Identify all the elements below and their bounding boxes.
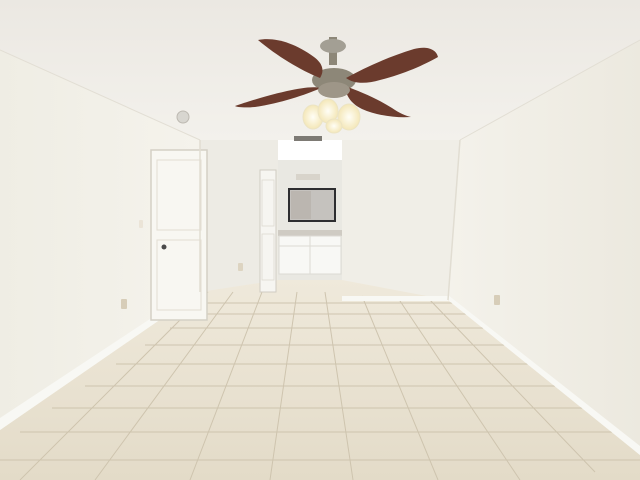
back-wall-right — [342, 140, 460, 300]
hallway-door — [259, 169, 277, 293]
left-wall-outlet — [121, 299, 127, 309]
back-wall-outlet — [238, 263, 243, 271]
fan-light-bottom — [325, 118, 343, 134]
door-knob — [161, 244, 167, 250]
smoke-detector — [176, 110, 190, 124]
left-switch — [139, 220, 143, 228]
left-door — [150, 149, 208, 321]
room-photo — [0, 0, 640, 480]
back-baseboard — [342, 296, 448, 301]
vanity-countertop — [278, 230, 342, 236]
right-wall-outlet — [494, 295, 500, 305]
ceiling-vent — [294, 136, 322, 141]
vanity-light — [296, 174, 320, 180]
